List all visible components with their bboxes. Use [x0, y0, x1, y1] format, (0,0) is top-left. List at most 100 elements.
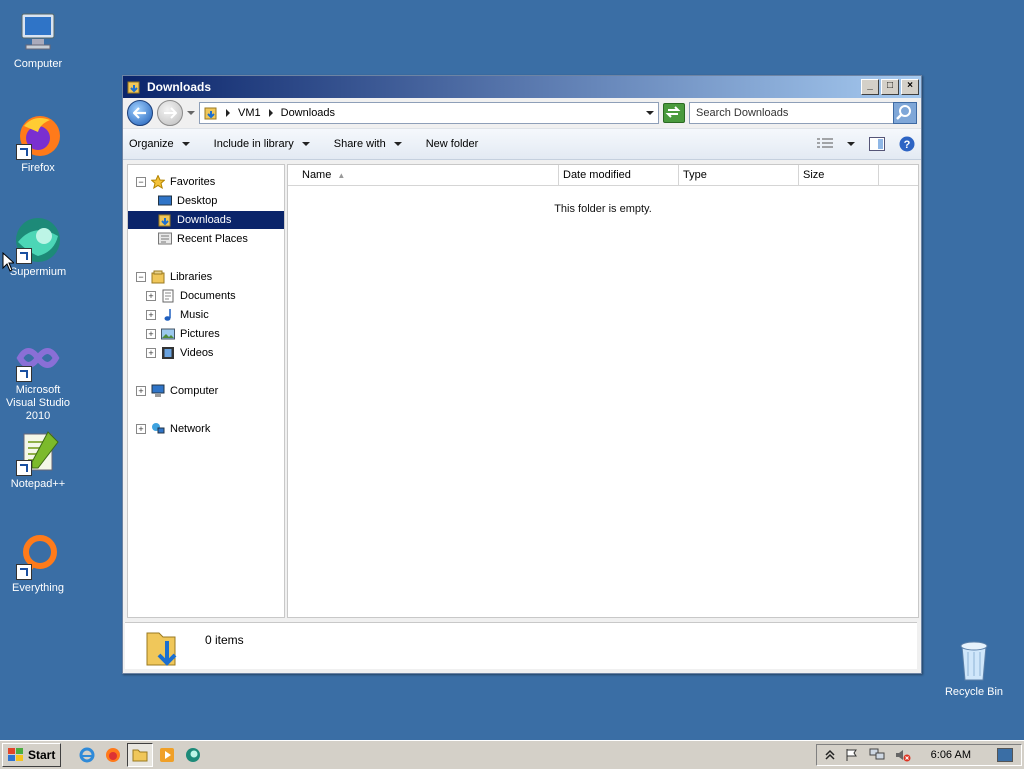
address-bar[interactable]: VM1 Downloads [199, 102, 659, 124]
firefox-icon [14, 112, 62, 160]
new-folder-button[interactable]: New folder [426, 138, 479, 150]
volume-muted-icon[interactable] [895, 748, 911, 762]
search-box[interactable]: Search Downloads [689, 102, 917, 124]
column-name[interactable]: Name ▲ [288, 165, 559, 185]
crumb-separator-icon[interactable] [268, 109, 273, 117]
column-date-modified[interactable]: Date modified [559, 165, 679, 185]
search-icon [896, 105, 911, 120]
include-in-library-label: Include in library [213, 138, 294, 150]
nav-label: Recent Places [177, 233, 248, 245]
expand-icon[interactable]: + [146, 291, 156, 301]
forward-button[interactable] [157, 100, 183, 126]
clock[interactable]: 6:06 AM [931, 749, 971, 761]
folder-download-icon [158, 214, 171, 227]
search-input[interactable]: Search Downloads [696, 107, 788, 119]
view-options-dropdown[interactable] [847, 142, 855, 146]
tree-item-documents[interactable]: + Documents [146, 287, 236, 305]
collapse-icon[interactable]: − [136, 272, 146, 282]
share-with-button[interactable]: Share with [334, 138, 402, 150]
crumb-separator-icon[interactable] [226, 109, 230, 117]
taskbar-ie[interactable] [75, 744, 99, 766]
recent-pages-dropdown[interactable] [187, 111, 195, 115]
view-details-icon[interactable] [817, 138, 833, 150]
nav-label: Pictures [180, 328, 220, 340]
nav-label: Favorites [170, 176, 216, 188]
empty-folder-message: This folder is empty. [554, 203, 652, 215]
expand-icon[interactable]: + [146, 310, 156, 320]
nav-label: Music [180, 309, 209, 321]
tree-item-downloads[interactable]: Downloads [128, 211, 284, 229]
search-button[interactable] [893, 102, 917, 124]
visual-studio-icon [14, 334, 62, 382]
folder-icon [132, 749, 148, 762]
expand-icon[interactable]: + [136, 386, 146, 396]
tree-item-videos[interactable]: + Videos [146, 344, 213, 362]
libraries-icon [151, 270, 165, 284]
taskbar-media-player[interactable] [155, 744, 179, 766]
taskbar-explorer[interactable] [127, 743, 154, 767]
desktop-icon-computer[interactable]: Computer [0, 8, 76, 71]
column-type[interactable]: Type [679, 165, 799, 185]
shortcut-arrow-icon [16, 248, 32, 264]
network-status-icon[interactable] [869, 748, 885, 762]
show-hidden-icons-icon[interactable] [825, 749, 835, 761]
collapse-icon[interactable]: − [136, 177, 146, 187]
desktop-icon-everything[interactable]: Everything [0, 532, 76, 595]
file-list[interactable]: Name ▲ Date modified Type Size This fold… [287, 164, 919, 618]
media-player-icon [160, 748, 175, 762]
music-icon [164, 309, 171, 321]
column-size-label: Size [803, 169, 825, 181]
column-size[interactable]: Size [799, 165, 879, 185]
expand-icon[interactable]: + [146, 329, 156, 339]
desktop-icon-label: Everything [12, 582, 64, 594]
organize-button[interactable]: Organize [129, 138, 190, 150]
notepadpp-icon [14, 428, 62, 476]
close-button[interactable]: × [901, 79, 919, 95]
tree-item-recent-places[interactable]: Recent Places [158, 230, 248, 248]
desktop-icon [158, 195, 172, 206]
tree-item-desktop[interactable]: Desktop [158, 192, 217, 210]
window-title: Downloads [147, 80, 212, 94]
nav-label: Network [170, 423, 211, 435]
tree-item-favorites[interactable]: − Favorites [136, 173, 215, 191]
tree-item-network[interactable]: + Network [136, 420, 210, 438]
tree-item-computer[interactable]: + Computer [136, 382, 218, 400]
tree-item-pictures[interactable]: + Pictures [146, 325, 220, 343]
minimize-button[interactable]: _ [861, 79, 879, 95]
tree-item-libraries[interactable]: − Libraries [136, 268, 212, 286]
taskbar-firefox[interactable] [101, 744, 125, 766]
desktop-icon-notepadpp[interactable]: Notepad++ [0, 428, 76, 491]
taskbar-supermium[interactable] [181, 744, 205, 766]
documents-icon [162, 289, 174, 303]
desktop-icon-visual-studio[interactable]: Microsoft Visual Studio 2010 [0, 334, 76, 423]
recent-places-icon [158, 232, 172, 245]
help-icon[interactable]: ? [899, 136, 915, 152]
breadcrumb-vm1[interactable]: VM1 [238, 107, 261, 119]
shortcut-arrow-icon [16, 460, 32, 476]
expand-icon[interactable]: + [146, 348, 156, 358]
title-bar[interactable]: Downloads _ □ × [123, 76, 921, 98]
windows-logo-icon [8, 748, 23, 761]
include-in-library-button[interactable]: Include in library [214, 138, 310, 150]
star-icon [151, 175, 165, 189]
desktop-icon-label: Recycle Bin [944, 686, 1004, 698]
desktop-icon-recycle-bin[interactable]: Recycle Bin [936, 636, 1012, 699]
maximize-button[interactable]: □ [881, 79, 899, 95]
item-count: 0 items [205, 633, 244, 647]
new-folder-label: New folder [425, 138, 479, 150]
preview-pane-icon[interactable] [869, 137, 885, 151]
breadcrumb-downloads[interactable]: Downloads [281, 107, 335, 119]
navigation-pane[interactable]: − Favorites Desktop Downloads Recent Pla… [127, 164, 285, 618]
arrow-left-icon [133, 107, 146, 119]
everything-icon [14, 532, 62, 580]
refresh-button[interactable] [663, 103, 685, 123]
tree-item-music[interactable]: + Music [146, 306, 209, 324]
desktop-icon-firefox[interactable]: Firefox [0, 112, 76, 175]
address-dropdown[interactable] [646, 111, 654, 115]
folder-download-icon [204, 107, 217, 120]
expand-icon[interactable]: + [136, 424, 146, 434]
back-button[interactable] [127, 100, 153, 126]
show-desktop-button[interactable] [997, 748, 1013, 762]
start-button[interactable]: Start [2, 743, 62, 767]
action-center-flag-icon[interactable] [845, 748, 859, 762]
